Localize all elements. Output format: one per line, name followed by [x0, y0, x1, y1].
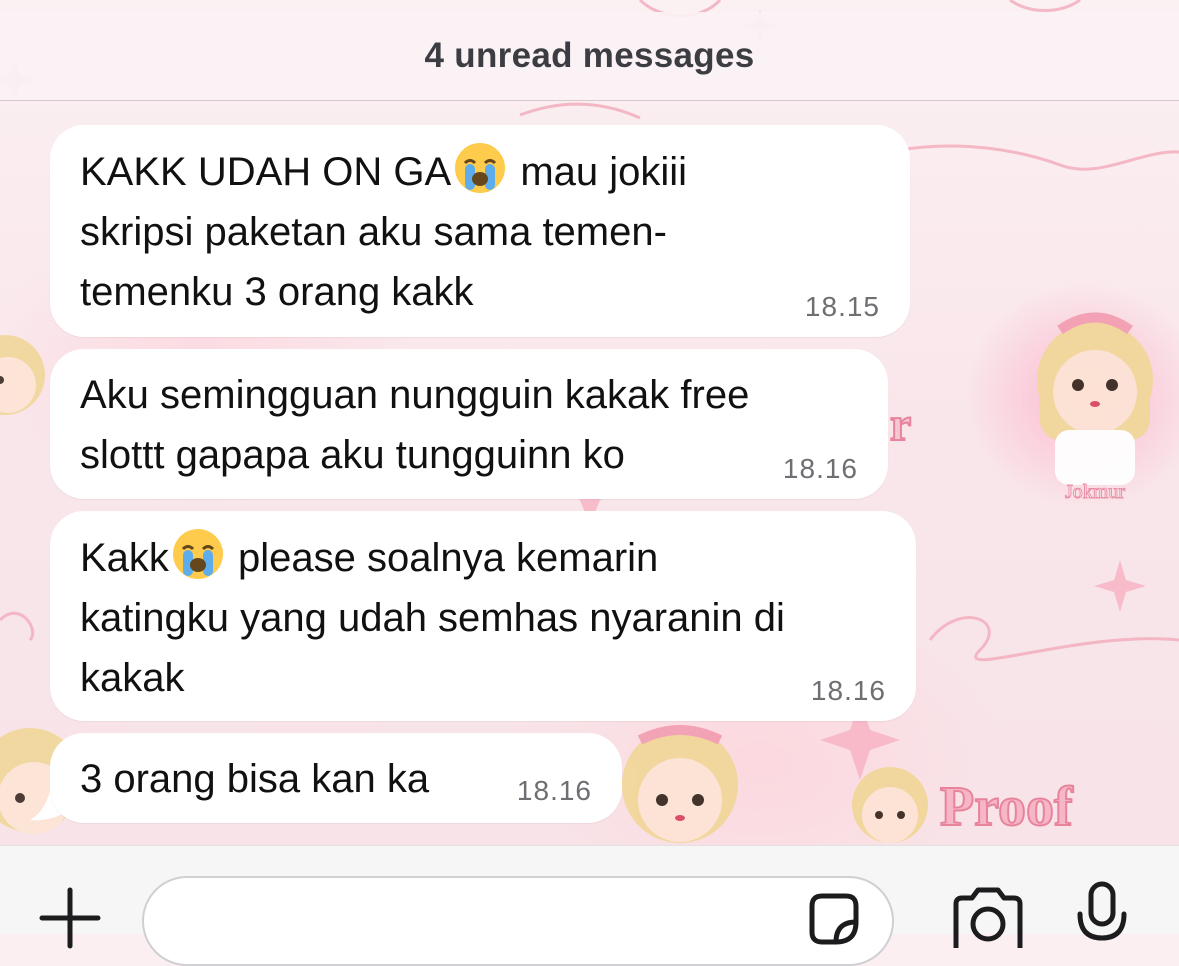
sticker-icon[interactable] [802, 888, 866, 952]
message-timestamp: 18.16 [810, 675, 886, 706]
svg-text:Jokmur: Jokmur [1065, 481, 1125, 503]
message-text: KAKK UDAH ON GA mau jokiii skripsi paket… [80, 141, 880, 322]
loudly-crying-face-icon [172, 529, 223, 579]
message-text: Aku semingguan nungguin kakak free slott… [80, 373, 750, 477]
unread-messages-label: 4 unread messages [424, 36, 755, 75]
svg-text:r: r [890, 398, 911, 451]
message-bubble-3[interactable]: Kakk please soalnya kemarin katingku yan… [50, 511, 916, 721]
message-input-field[interactable] [142, 876, 894, 966]
message-bubble-4[interactable]: 3 orang bisa kan ka 18.16 [50, 733, 622, 823]
microphone-icon[interactable] [1072, 880, 1132, 950]
loudly-crying-face-icon [455, 143, 506, 193]
message-text: 3 orang bisa kan ka [80, 757, 430, 801]
message-bubble-1[interactable]: KAKK UDAH ON GA mau jokiii skripsi paket… [50, 125, 910, 337]
plus-icon[interactable] [38, 886, 102, 950]
svg-text:Proof: Proof [940, 776, 1074, 838]
message-timestamp: 18.15 [804, 291, 880, 322]
message-input-bar [0, 845, 1179, 966]
message-bubble-2[interactable]: Aku semingguan nungguin kakak free slott… [50, 349, 888, 499]
message-text: Kakk please soalnya kemarin katingku yan… [80, 527, 886, 708]
character-sticker: Jokmur [1037, 312, 1153, 504]
message-timestamp: 18.16 [516, 775, 592, 806]
message-timestamp: 18.16 [782, 453, 858, 484]
unread-messages-banner: 4 unread messages [0, 12, 1179, 101]
camera-icon[interactable] [948, 884, 1028, 948]
